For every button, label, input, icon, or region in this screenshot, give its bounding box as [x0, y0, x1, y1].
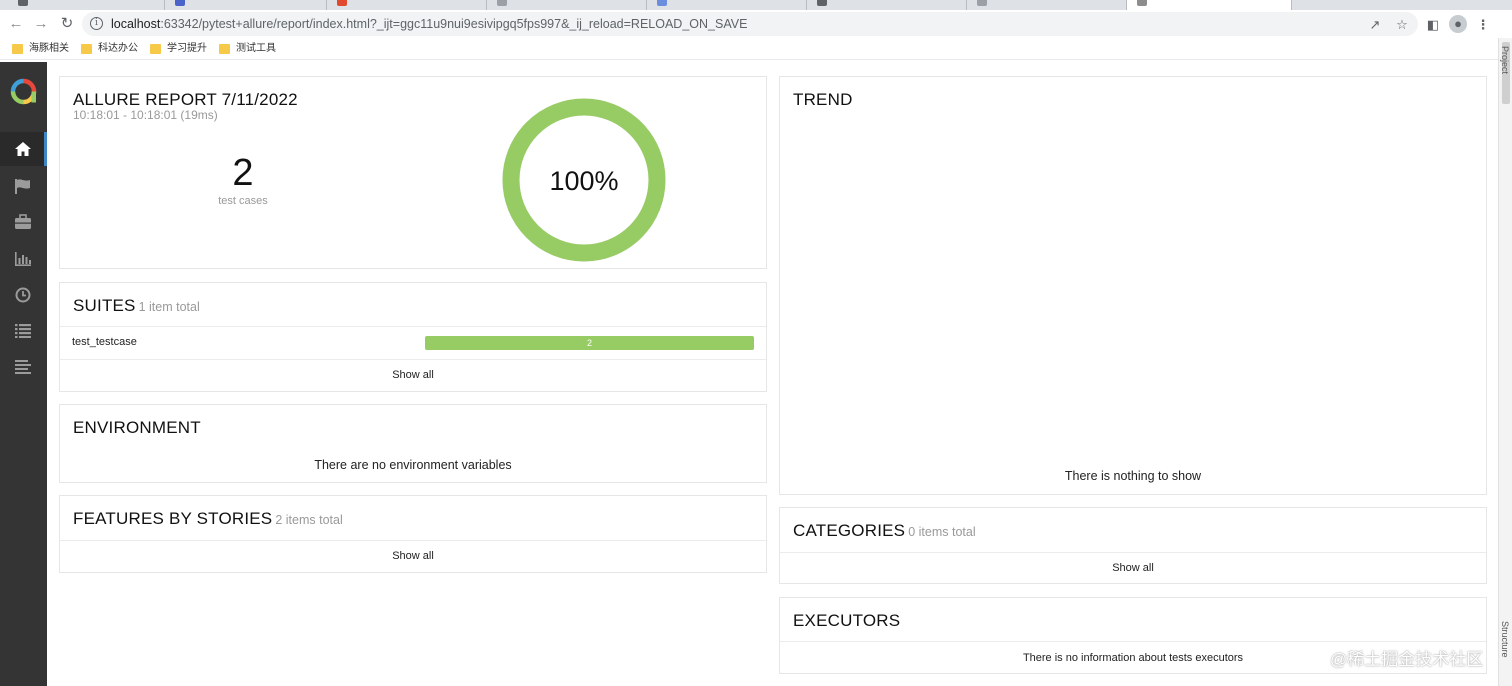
reload-icon[interactable]: ↻ — [57, 14, 77, 34]
briefcase-icon — [15, 214, 31, 229]
sidebar-item-packages[interactable] — [0, 349, 47, 383]
forward-icon[interactable]: → — [31, 14, 51, 34]
features-title: FEATURES BY STORIES 2 items total — [73, 509, 343, 528]
side-panel-icon[interactable]: ◧ — [1424, 16, 1442, 34]
bookmark-folder[interactable]: 学习提升 — [150, 41, 207, 57]
menu-kebab-icon[interactable]: ⋮ — [1474, 16, 1492, 34]
bookmark-folder[interactable]: 海豚相关 — [12, 41, 69, 57]
browser-tab-active[interactable] — [1127, 0, 1292, 10]
report-time-range: 10:18:01 - 10:18:01 (19ms) — [73, 108, 218, 122]
share-icon[interactable]: ↗ — [1366, 16, 1384, 34]
profile-avatar-icon[interactable]: ● — [1449, 15, 1467, 33]
browser-tab-strip — [0, 0, 1512, 10]
features-widget: FEATURES BY STORIES 2 items total Show al… — [59, 495, 767, 573]
executors-title: EXECUTORS — [793, 611, 901, 630]
browser-tab[interactable] — [487, 0, 647, 10]
bar-chart-icon — [15, 252, 31, 266]
list-icon — [15, 324, 31, 338]
clock-icon — [15, 287, 31, 303]
environment-empty-text: There are no environment variables — [314, 458, 512, 472]
summary-widget: ALLURE REPORT 7/11/2022 10:18:01 - 10:18… — [59, 76, 767, 269]
site-info-icon[interactable]: i — [90, 17, 103, 30]
trend-title: TREND — [793, 90, 853, 109]
browser-toolbar: ← → ↻ i localhost:63342/pytest+allure/re… — [0, 10, 1512, 38]
project-tool-tab[interactable]: Project — [1500, 46, 1510, 74]
categories-title: CATEGORIES 0 items total — [793, 521, 976, 540]
trend-widget: TREND There is nothing to show — [779, 76, 1487, 495]
suite-name: test_testcase — [72, 336, 137, 348]
features-show-all-link[interactable]: Show all — [60, 550, 766, 562]
pass-rate-text: 100% — [549, 166, 618, 196]
allure-logo[interactable] — [10, 78, 37, 105]
suites-widget: SUITES 1 item total test_testcase 2 Show … — [59, 282, 767, 392]
suite-status-bar[interactable]: 2 — [425, 336, 754, 350]
sidebar-item-behaviors[interactable] — [0, 313, 47, 347]
ide-side-panel: Project Structure — [1498, 38, 1512, 686]
trend-empty-text: There is nothing to show — [1064, 469, 1202, 483]
browser-tab[interactable] — [647, 0, 807, 10]
report-main: ALLURE REPORT 7/11/2022 10:18:01 - 10:18… — [47, 62, 1498, 686]
sidebar-item-graphs[interactable] — [0, 242, 47, 276]
browser-tab[interactable] — [807, 0, 967, 10]
address-bar-url[interactable]: localhost:63342/pytest+allure/report/ind… — [111, 17, 747, 31]
bookmarks-bar: 海豚相关 科达办公 学习提升 测试工具 — [0, 38, 1512, 60]
browser-tab[interactable] — [165, 0, 327, 10]
report-title: ALLURE REPORT 7/11/2022 — [73, 90, 298, 109]
folder-icon — [81, 44, 92, 54]
sidebar-item-suites[interactable] — [0, 205, 47, 239]
pass-rate-donut[interactable]: 100% — [499, 95, 669, 265]
watermark: @稀土掘金技术社区 — [1330, 650, 1484, 669]
back-icon[interactable]: ← — [6, 14, 26, 34]
sidebar-item-timeline[interactable] — [0, 278, 47, 312]
flag-icon — [15, 179, 30, 194]
structure-tool-tab[interactable]: Structure — [1500, 621, 1510, 658]
browser-tab[interactable] — [0, 0, 165, 10]
address-bar[interactable]: i localhost:63342/pytest+allure/report/i… — [82, 12, 1418, 36]
bookmark-folder[interactable]: 科达办公 — [81, 41, 138, 57]
test-case-count: 2 — [232, 152, 254, 194]
table-row[interactable]: test_testcase 2 — [60, 327, 766, 359]
bookmark-folder[interactable]: 测试工具 — [219, 41, 276, 57]
test-case-count-label: test cases — [218, 195, 268, 207]
sidebar-item-overview[interactable] — [0, 132, 47, 166]
categories-widget: CATEGORIES 0 items total Show all — [779, 507, 1487, 584]
align-left-icon — [15, 360, 31, 374]
allure-sidebar — [0, 62, 47, 686]
suites-show-all-link[interactable]: Show all — [60, 369, 766, 381]
folder-icon — [219, 44, 230, 54]
categories-show-all-link[interactable]: Show all — [780, 562, 1486, 574]
folder-icon — [150, 44, 161, 54]
suites-title: SUITES 1 item total — [73, 296, 200, 315]
bookmark-star-icon[interactable]: ☆ — [1393, 16, 1411, 34]
sidebar-item-categories[interactable] — [0, 169, 47, 203]
folder-icon — [12, 44, 23, 54]
browser-tab[interactable] — [967, 0, 1127, 10]
browser-tab[interactable] — [327, 0, 487, 10]
environment-title: ENVIRONMENT — [73, 418, 201, 437]
home-icon — [15, 142, 31, 156]
environment-widget: ENVIRONMENT There are no environment var… — [59, 404, 767, 483]
